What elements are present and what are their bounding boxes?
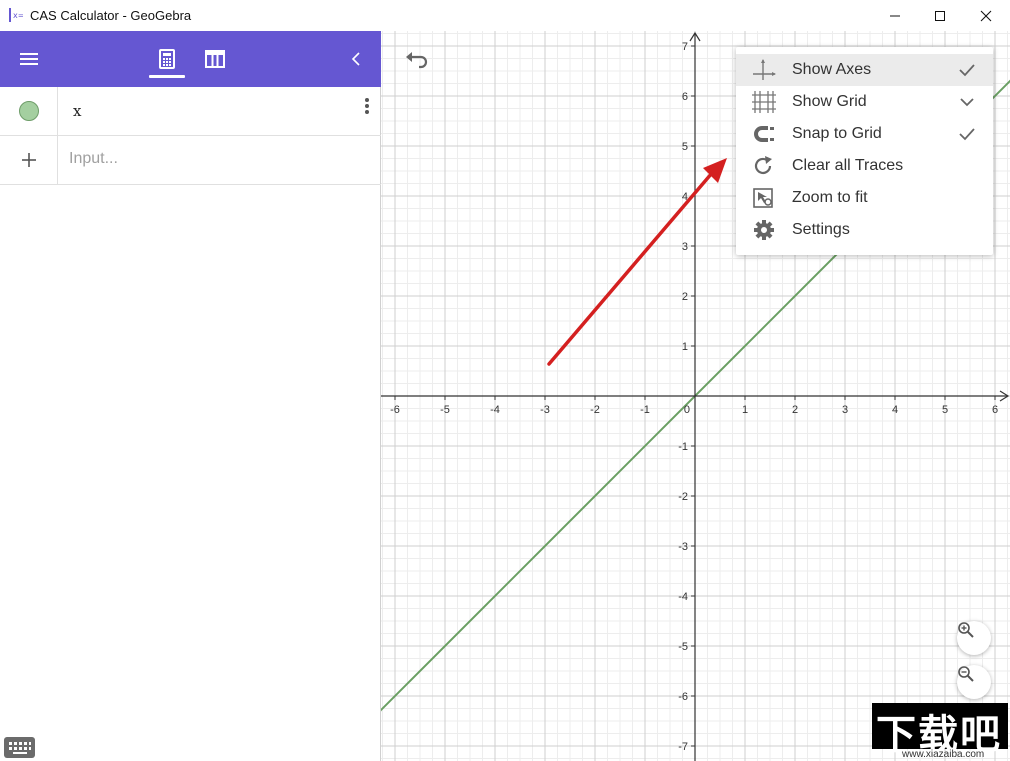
grid-icon — [752, 91, 776, 113]
checkmark-icon — [959, 128, 975, 141]
minimize-button[interactable] — [872, 0, 918, 31]
site-watermark: 下载吧 www.xiazaiba.com — [872, 703, 1008, 761]
y-tick-label: 7 — [682, 41, 688, 53]
gear-icon — [754, 220, 774, 240]
undo-button[interactable] — [403, 49, 431, 71]
close-button[interactable] — [963, 0, 1009, 31]
y-tick-label: 5 — [682, 141, 688, 153]
magnet-icon — [754, 126, 774, 142]
tab-table[interactable] — [202, 47, 228, 71]
chevron-left-icon — [351, 52, 360, 66]
x-tick-label: 4 — [892, 404, 898, 416]
table-icon — [205, 50, 225, 68]
menu-item-show-grid[interactable]: Show Grid — [736, 86, 993, 118]
menu-item-clear-traces[interactable]: Clear all Traces — [736, 150, 993, 182]
menu-label: Zoom to fit — [792, 189, 868, 206]
x-tick-label: 2 — [792, 404, 798, 416]
geogebra-cas-app-icon: x= — [9, 8, 23, 22]
undo-icon — [406, 52, 428, 69]
x-tick-label: -6 — [390, 404, 400, 416]
zoom-out-button[interactable] — [957, 665, 991, 699]
virtual-keyboard-button[interactable] — [4, 737, 35, 758]
menu-label: Snap to Grid — [792, 125, 882, 142]
selected-tab-indicator — [149, 75, 185, 78]
x-tick-label: -5 — [440, 404, 450, 416]
x-tick-label: -3 — [540, 404, 550, 416]
y-tick-label: -7 — [678, 741, 688, 753]
y-tick-label: -2 — [678, 491, 688, 503]
x-tick-label: 0 — [684, 404, 690, 416]
menu-label: Show Axes — [792, 61, 872, 78]
main-menu-button[interactable] — [14, 47, 44, 71]
y-tick-label: 3 — [682, 241, 688, 253]
zoom-in-icon — [958, 622, 974, 638]
calculator-icon — [159, 49, 175, 69]
algebra-expression[interactable]: x — [73, 102, 81, 120]
y-tick-label: -6 — [678, 691, 688, 703]
menu-label: Clear all Traces — [792, 157, 904, 174]
algebra-panel: x Input... — [0, 31, 381, 761]
refresh-icon — [754, 156, 772, 175]
zoom-in-button[interactable] — [957, 621, 991, 655]
visibility-dot-icon — [18, 101, 39, 121]
y-tick-label: -4 — [678, 591, 688, 603]
algebra-input-row[interactable]: Input... — [0, 136, 381, 185]
y-tick-label: -5 — [678, 641, 688, 653]
x-tick-label: 3 — [842, 404, 848, 416]
close-icon — [980, 10, 992, 21]
y-tick-label: 1 — [682, 341, 688, 353]
chevron-down-icon — [960, 98, 974, 107]
x-tick-label: -4 — [490, 404, 500, 416]
add-item-button[interactable] — [0, 136, 58, 184]
svg-text:x=: x= — [13, 11, 23, 20]
x-tick-label: -2 — [590, 404, 600, 416]
checkmark-icon — [959, 64, 975, 77]
menu-item-snap-to-grid[interactable]: Snap to Grid — [736, 118, 993, 150]
minimize-icon — [890, 15, 900, 16]
visibility-toggle[interactable] — [0, 87, 58, 135]
watermark-url: www.xiazaiba.com — [902, 749, 985, 760]
menu-label: Settings — [792, 221, 850, 238]
y-tick-label: 6 — [682, 91, 688, 103]
zoom-out-icon — [958, 666, 974, 682]
y-tick-label: 2 — [682, 291, 688, 303]
hamburger-icon — [20, 53, 38, 65]
algebra-item-row[interactable]: x — [0, 87, 381, 136]
maximize-button[interactable] — [917, 0, 963, 31]
keyboard-icon — [9, 742, 31, 754]
axes-icon — [753, 59, 776, 80]
x-tick-label: 5 — [942, 404, 948, 416]
x-tick-label: -1 — [640, 404, 650, 416]
graphics-context-menu: Show Axes Show Grid Snap to Grid Clear a… — [736, 47, 993, 255]
menu-label: Show Grid — [792, 93, 867, 110]
annotation-arrow-shaft — [547, 171, 714, 366]
menu-item-zoom-to-fit[interactable]: Zoom to fit — [736, 182, 993, 214]
y-tick-label: -1 — [678, 441, 688, 453]
algebra-input-field[interactable]: Input... — [69, 150, 118, 168]
plus-icon — [21, 153, 36, 167]
x-tick-label: 1 — [742, 404, 748, 416]
menu-item-show-axes[interactable]: Show Axes — [736, 54, 993, 86]
tab-algebra[interactable] — [154, 47, 180, 71]
zoom-fit-icon — [753, 188, 773, 208]
app-toolbar — [0, 31, 381, 87]
title-bar: x= CAS Calculator - GeoGebra — [0, 0, 1010, 31]
more-options-icon[interactable] — [362, 96, 372, 116]
window-title: CAS Calculator - GeoGebra — [30, 8, 192, 23]
menu-item-settings[interactable]: Settings — [736, 214, 993, 246]
collapse-panel-button[interactable] — [344, 47, 368, 71]
maximize-icon — [935, 10, 945, 21]
y-tick-label: -3 — [678, 541, 688, 553]
x-tick-label: 6 — [992, 404, 998, 416]
